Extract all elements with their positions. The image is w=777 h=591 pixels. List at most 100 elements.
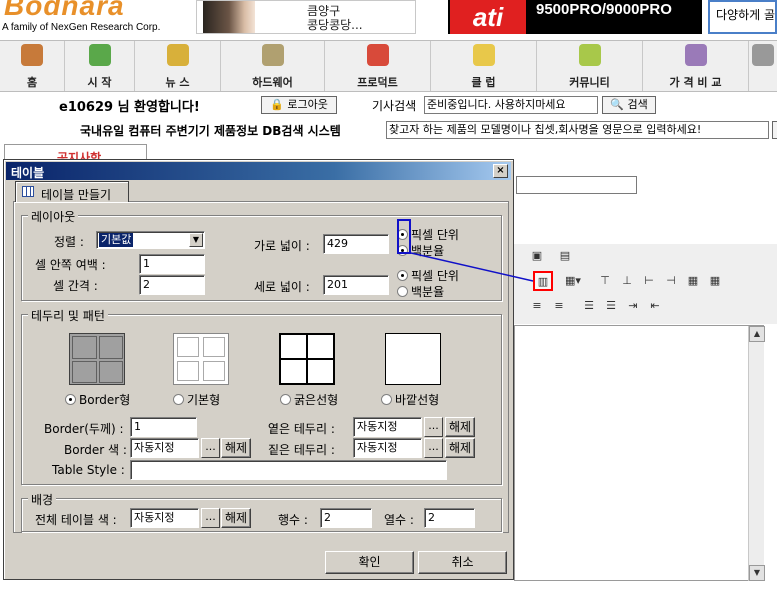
align-selected-value: 기본값 bbox=[99, 233, 134, 247]
article-search-button[interactable]: 🔍 검색 bbox=[602, 96, 656, 114]
banner-ad-1[interactable]: 큼양구 콩당콩당... bbox=[196, 0, 416, 34]
banner-ad-2[interactable]: ati 9500PRO/9000PRO bbox=[448, 0, 702, 34]
pattern-radio-basic[interactable]: 기본형 bbox=[173, 391, 220, 408]
box-icon bbox=[684, 44, 707, 66]
tab-create-table[interactable]: 테이블 만들기 bbox=[15, 181, 129, 202]
ad-text: 큼양구 콩당콩당... bbox=[307, 4, 363, 32]
editor-content-area[interactable] bbox=[514, 325, 764, 581]
nav-item-product[interactable]: 프로덕트 bbox=[325, 41, 431, 91]
ati-logo: ati bbox=[450, 0, 526, 34]
nav-item-price-compare[interactable]: 가 격 비 교 bbox=[643, 41, 749, 91]
cols-input[interactable]: 2 bbox=[424, 508, 475, 528]
plant-icon bbox=[88, 44, 111, 66]
light-border-input[interactable]: 자동지정 bbox=[353, 417, 422, 437]
cancel-button[interactable]: 취소 bbox=[418, 551, 507, 574]
width-input[interactable]: 429 bbox=[323, 234, 389, 254]
insert-row-below-icon[interactable]: ⊥ bbox=[617, 271, 637, 291]
nav-item-news[interactable]: 뉴 스 bbox=[135, 41, 221, 91]
align-select[interactable]: 기본값 ▼ bbox=[96, 231, 205, 249]
banner-ad-3[interactable]: 다양하게 골 bbox=[708, 0, 777, 34]
scroll-up-icon[interactable]: ▲ bbox=[749, 326, 765, 342]
radio-icon bbox=[397, 270, 408, 281]
logout-button[interactable]: 🔒 로그아웃 bbox=[261, 96, 337, 114]
insert-col-icon[interactable]: ⊢ bbox=[639, 271, 659, 291]
tab-panel: 레이아웃 정렬 : 기본값 ▼ 셀 안쪽 여백 : 1 셀 간격 : 2 가로 … bbox=[13, 201, 509, 533]
pattern-preview-basic[interactable] bbox=[173, 333, 229, 385]
post-title-input[interactable] bbox=[516, 176, 637, 194]
site-logo[interactable]: Bodnara A family of NexGen Research Corp… bbox=[0, 0, 175, 36]
cell-padding-input[interactable]: 1 bbox=[139, 254, 205, 274]
rows-label: 행수 : bbox=[278, 513, 308, 527]
radio-icon bbox=[65, 394, 76, 405]
close-icon[interactable]: × bbox=[493, 164, 508, 178]
table-dropdown-icon[interactable]: ▦▾ bbox=[563, 271, 583, 291]
scroll-down-icon[interactable]: ▼ bbox=[749, 565, 765, 581]
ad-product-text: 9500PRO/9000PRO bbox=[536, 1, 672, 18]
align-label: 정렬 : bbox=[54, 235, 84, 249]
align-center-icon[interactable]: ≡ bbox=[527, 296, 547, 316]
split-cells-icon[interactable]: ▦ bbox=[705, 271, 725, 291]
dark-border-input[interactable]: 자동지정 bbox=[353, 438, 422, 458]
table-color-input[interactable]: 자동지정 bbox=[130, 508, 199, 528]
table-color-picker-button[interactable]: ... bbox=[201, 508, 220, 528]
unordered-list-icon[interactable]: ☰ bbox=[601, 296, 621, 316]
write-icon bbox=[578, 44, 601, 66]
cd-icon bbox=[261, 44, 284, 66]
height-input[interactable]: 201 bbox=[323, 275, 389, 295]
pattern-preview-border[interactable] bbox=[69, 333, 125, 385]
nav-item-more[interactable] bbox=[749, 41, 777, 91]
table-icon[interactable]: ▥ bbox=[533, 271, 553, 291]
border-color-label: Border 색 : bbox=[64, 443, 127, 457]
border-color-clear-button[interactable]: 해제 bbox=[221, 438, 251, 458]
border-width-input[interactable]: 1 bbox=[130, 417, 197, 437]
table-dialog: 테이블 × 테이블 만들기 레이아웃 정렬 : 기본값 ▼ 셀 안쪽 여백 : … bbox=[3, 159, 514, 580]
editor-scrollbar[interactable]: ▲ ▼ bbox=[748, 326, 765, 581]
nav-item-start[interactable]: 시 작 bbox=[65, 41, 135, 91]
background-group: 배경 전체 테이블 색 : 자동지정 ... 해제 행수 : 2 열수 : 2 bbox=[21, 491, 502, 532]
nav-item-hardware[interactable]: 하드웨어 bbox=[221, 41, 325, 91]
pattern-preview-outer[interactable] bbox=[385, 333, 441, 385]
annotation-highlight-box bbox=[397, 219, 411, 254]
delete-col-icon[interactable]: ⊣ bbox=[661, 271, 681, 291]
special-icon[interactable]: ▤ bbox=[555, 246, 575, 266]
pattern-preview-thick[interactable] bbox=[279, 333, 335, 385]
pattern-radio-outer[interactable]: 바깥선형 bbox=[381, 391, 439, 408]
pattern-radio-thick[interactable]: 굵은선형 bbox=[280, 391, 338, 408]
light-border-clear-button[interactable]: 해제 bbox=[445, 417, 475, 437]
border-color-picker-button[interactable]: ... bbox=[201, 438, 220, 458]
indent-icon[interactable]: ⇥ bbox=[623, 296, 643, 316]
table-style-input[interactable] bbox=[130, 460, 447, 480]
border-pattern-group-label: 테두리 및 패턴 bbox=[28, 307, 108, 324]
rows-input[interactable]: 2 bbox=[320, 508, 372, 528]
db-search-input[interactable]: 찾고자 하는 제품의 모델명이나 칩셋,회사명을 영문으로 입력하세요! bbox=[386, 121, 769, 139]
ordered-list-icon[interactable]: ☰ bbox=[579, 296, 599, 316]
dialog-titlebar[interactable]: 테이블 × bbox=[6, 162, 511, 180]
align-right-icon[interactable]: ≡ bbox=[549, 296, 569, 316]
article-search-label: 기사검색 bbox=[372, 99, 417, 113]
radio-icon bbox=[280, 394, 291, 405]
light-border-picker-button[interactable]: ... bbox=[424, 417, 443, 437]
height-unit-percent-radio[interactable]: 백분율 bbox=[397, 283, 444, 300]
nav-item-club[interactable]: 클 럽 bbox=[431, 41, 537, 91]
border-color-input[interactable]: 자동지정 bbox=[130, 438, 199, 458]
ok-button[interactable]: 확인 bbox=[325, 551, 414, 574]
radio-icon bbox=[381, 394, 392, 405]
insert-row-above-icon[interactable]: ⊤ bbox=[595, 271, 615, 291]
chevron-down-icon[interactable]: ▼ bbox=[189, 233, 203, 247]
table-color-clear-button[interactable]: 해제 bbox=[221, 508, 251, 528]
pattern-radio-border[interactable]: Border형 bbox=[65, 391, 130, 408]
paste-icon[interactable]: ▣ bbox=[527, 246, 547, 266]
db-search-button[interactable] bbox=[772, 121, 777, 139]
pencil-icon bbox=[166, 44, 189, 66]
outdent-icon[interactable]: ⇤ bbox=[645, 296, 665, 316]
width-label: 가로 넓이 : bbox=[254, 239, 310, 253]
merge-cells-icon[interactable]: ▦ bbox=[683, 271, 703, 291]
article-search-input[interactable]: 준비중입니다. 사용하지마세요 bbox=[424, 96, 598, 114]
cell-spacing-input[interactable]: 2 bbox=[139, 275, 205, 295]
nav-item-community[interactable]: 커뮤니티 bbox=[537, 41, 643, 91]
dark-border-picker-button[interactable]: ... bbox=[424, 438, 443, 458]
nav-item-home[interactable]: 홈 bbox=[0, 41, 65, 91]
height-unit-pixel-radio[interactable]: 픽셀 단위 bbox=[397, 267, 459, 284]
radio-icon bbox=[397, 286, 408, 297]
dark-border-clear-button[interactable]: 해제 bbox=[445, 438, 475, 458]
